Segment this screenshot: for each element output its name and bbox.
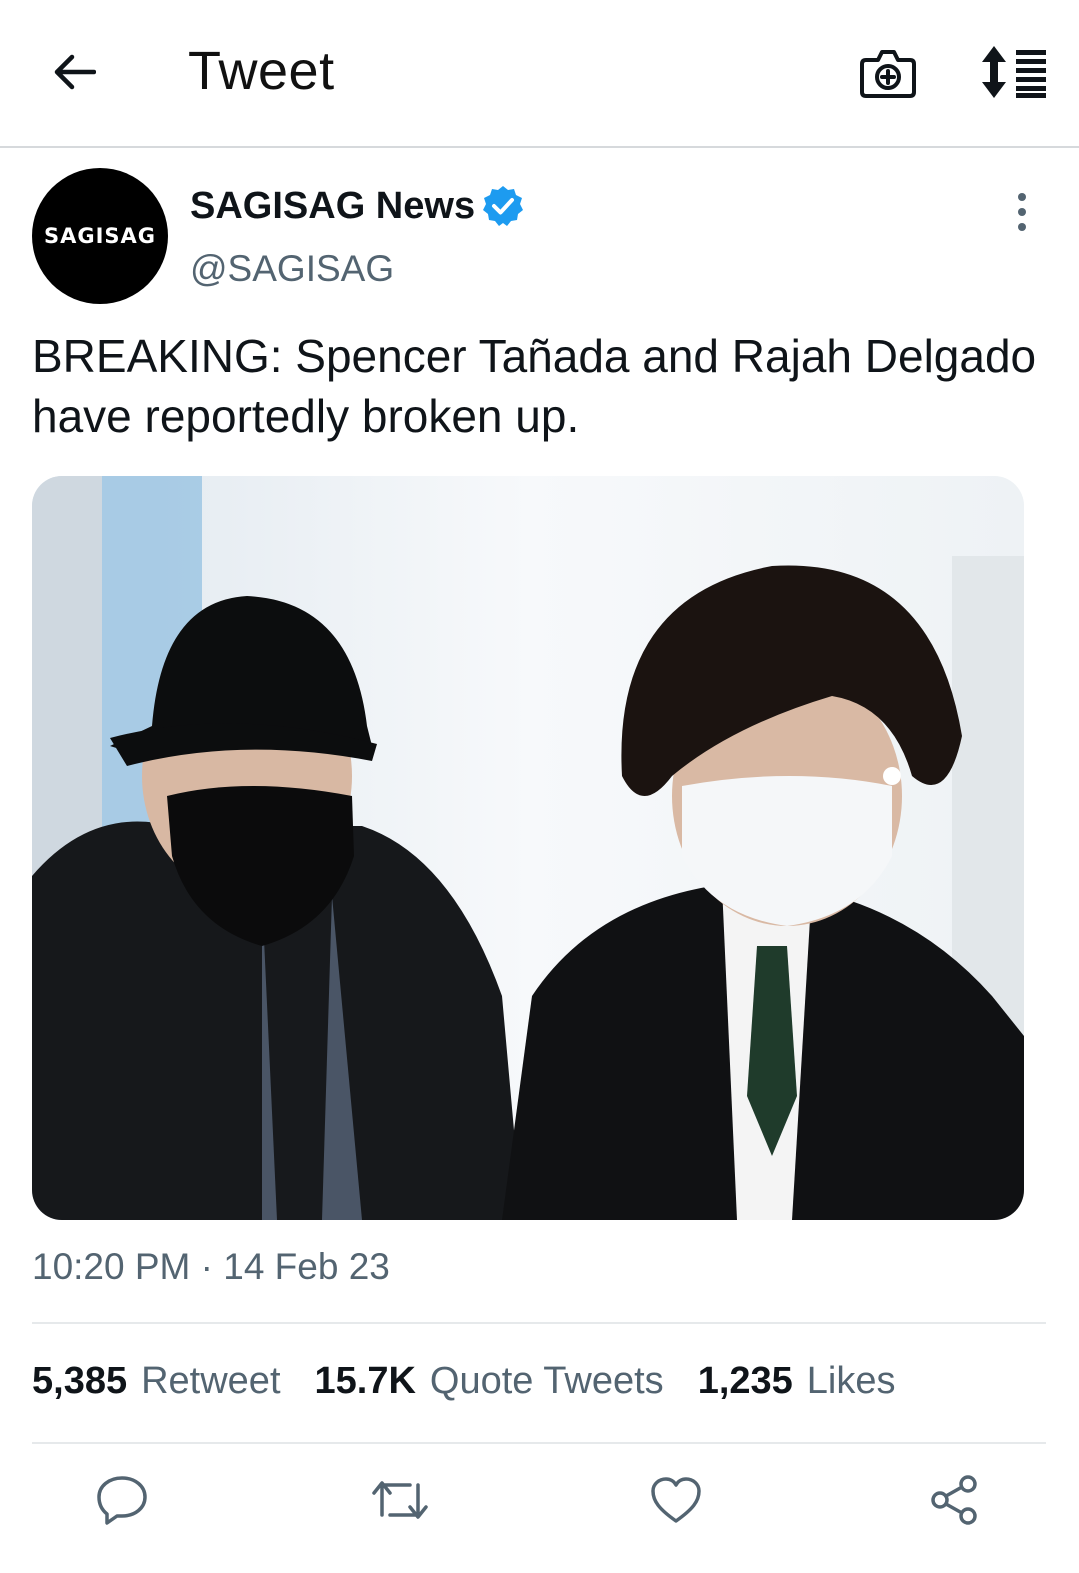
stat-label: Quote Tweets <box>429 1360 664 1402</box>
like-count[interactable]: 1,235 Likes <box>698 1360 896 1403</box>
share-button[interactable] <box>924 1470 984 1530</box>
more-options-button[interactable] <box>1004 190 1040 234</box>
author-display-name[interactable]: SAGISAG News <box>190 184 525 228</box>
sort-list-icon <box>982 46 1046 98</box>
sort-button[interactable] <box>978 44 1050 100</box>
reply-icon <box>97 1476 147 1525</box>
stat-label: Retweet <box>141 1360 281 1402</box>
avatar[interactable]: SAGISAG <box>32 168 168 304</box>
top-app-bar: Tweet <box>0 0 1079 148</box>
arrow-left-icon <box>54 54 96 90</box>
more-dot-icon <box>1018 208 1026 216</box>
retweet-icon <box>372 1481 428 1519</box>
retweet-count[interactable]: 5,385 Retweet <box>32 1360 281 1403</box>
stat-count: 15.7K <box>314 1360 416 1402</box>
stat-label: Likes <box>806 1360 896 1402</box>
page-title: Tweet <box>188 41 335 101</box>
reply-button[interactable] <box>92 1470 152 1530</box>
divider <box>32 1442 1046 1444</box>
more-dot-icon <box>1018 223 1026 231</box>
stat-count: 1,235 <box>697 1360 793 1402</box>
tweet-action-bar <box>0 1470 1079 1540</box>
back-button[interactable] <box>48 44 100 100</box>
more-dot-icon <box>1018 193 1026 201</box>
tweet-photo[interactable] <box>32 476 1024 1220</box>
like-icon <box>651 1477 701 1523</box>
like-button[interactable] <box>646 1470 706 1530</box>
quote-tweet-count[interactable]: 15.7K Quote Tweets <box>315 1360 664 1403</box>
tweet-timestamp: 10:20 PM · 14 Feb 23 <box>32 1246 390 1287</box>
display-name-text: SAGISAG News <box>190 184 476 227</box>
camera-plus-icon <box>860 50 916 98</box>
author-handle[interactable]: @SAGISAG <box>190 248 394 290</box>
verified-badge-icon <box>483 186 524 226</box>
avatar-logo-text: SAGISAG <box>43 224 157 248</box>
screenshot-button[interactable] <box>858 42 918 102</box>
tweet-stats: 5,385 Retweet 15.7K Quote Tweets 1,235 L… <box>32 1360 930 1403</box>
stat-count: 5,385 <box>32 1360 128 1402</box>
tweet-text: BREAKING: Spencer Tañada and Rajah Delga… <box>32 330 1037 442</box>
retweet-button[interactable] <box>370 1470 430 1530</box>
share-icon <box>931 1475 977 1525</box>
divider <box>32 1322 1046 1324</box>
